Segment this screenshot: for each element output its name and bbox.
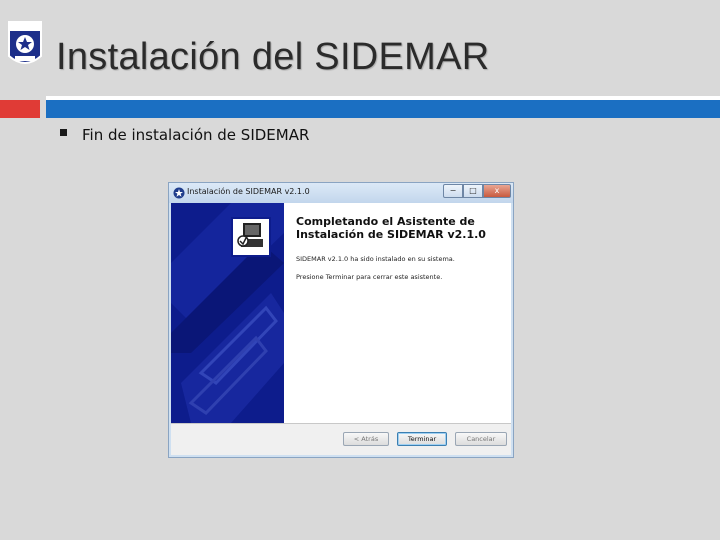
cancel-button[interactable]: Cancelar (455, 432, 507, 446)
square-bullet-icon (60, 129, 67, 136)
back-button[interactable]: < Atrás (343, 432, 389, 446)
window-title: Instalación de SIDEMAR v2.1.0 (187, 187, 310, 196)
close-button[interactable]: x (483, 184, 511, 198)
wizard-installed-message: SIDEMAR v2.1.0 ha sido instalado en su s… (296, 255, 455, 263)
red-accent-bar (0, 100, 40, 118)
minimize-button[interactable]: − (443, 184, 463, 198)
slide-title: Instalación del SIDEMAR (56, 36, 490, 78)
installer-window: Instalación de SIDEMAR v2.1.0 − □ x Comp… (168, 182, 514, 458)
wizard-side-banner (171, 203, 284, 423)
wizard-footer: < Atrás Terminar Cancelar (171, 423, 511, 455)
wizard-instruction: Presione Terminar para cerrar este asist… (296, 273, 443, 281)
accent-bar-highlight (46, 96, 720, 100)
window-titlebar[interactable]: Instalación de SIDEMAR v2.1.0 − □ x (169, 183, 513, 203)
maximize-button[interactable]: □ (463, 184, 483, 198)
armada-logo (8, 21, 42, 64)
setup-computer-icon (231, 217, 271, 257)
wizard-heading: Completando el Asistente de Instalación … (296, 215, 486, 241)
wizard-body: Completando el Asistente de Instalación … (171, 203, 511, 423)
bullet-text: Fin de instalación de SIDEMAR (82, 126, 310, 144)
installer-app-icon (173, 187, 185, 199)
finish-button[interactable]: Terminar (397, 432, 447, 446)
